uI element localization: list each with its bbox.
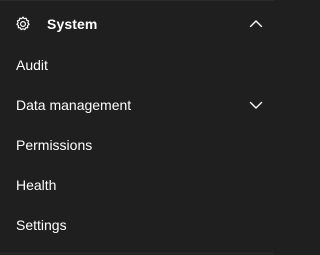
chevron-up-icon[interactable] — [248, 16, 264, 32]
nav-item-label: Settings — [16, 217, 67, 233]
top-divider — [0, 0, 274, 1]
nav-item-health[interactable]: Health — [0, 167, 274, 203]
nav-item-label: Permissions — [16, 137, 93, 153]
nav-item-label: Audit — [16, 57, 48, 73]
nav-item-label: Data management — [16, 97, 132, 113]
chevron-down-icon[interactable] — [248, 97, 264, 113]
nav-item-permissions[interactable]: Permissions — [0, 127, 274, 163]
gear-icon — [14, 15, 32, 33]
nav-item-label: Health — [16, 177, 57, 193]
nav-item-settings[interactable]: Settings — [0, 207, 274, 243]
nav-item-data-management[interactable]: Data management — [0, 87, 274, 123]
system-section-header[interactable]: System — [0, 5, 274, 43]
nav-item-audit[interactable]: Audit — [0, 47, 274, 83]
section-title: System — [47, 16, 98, 32]
system-nav-panel: System Audit Data management Permissions… — [0, 0, 274, 255]
